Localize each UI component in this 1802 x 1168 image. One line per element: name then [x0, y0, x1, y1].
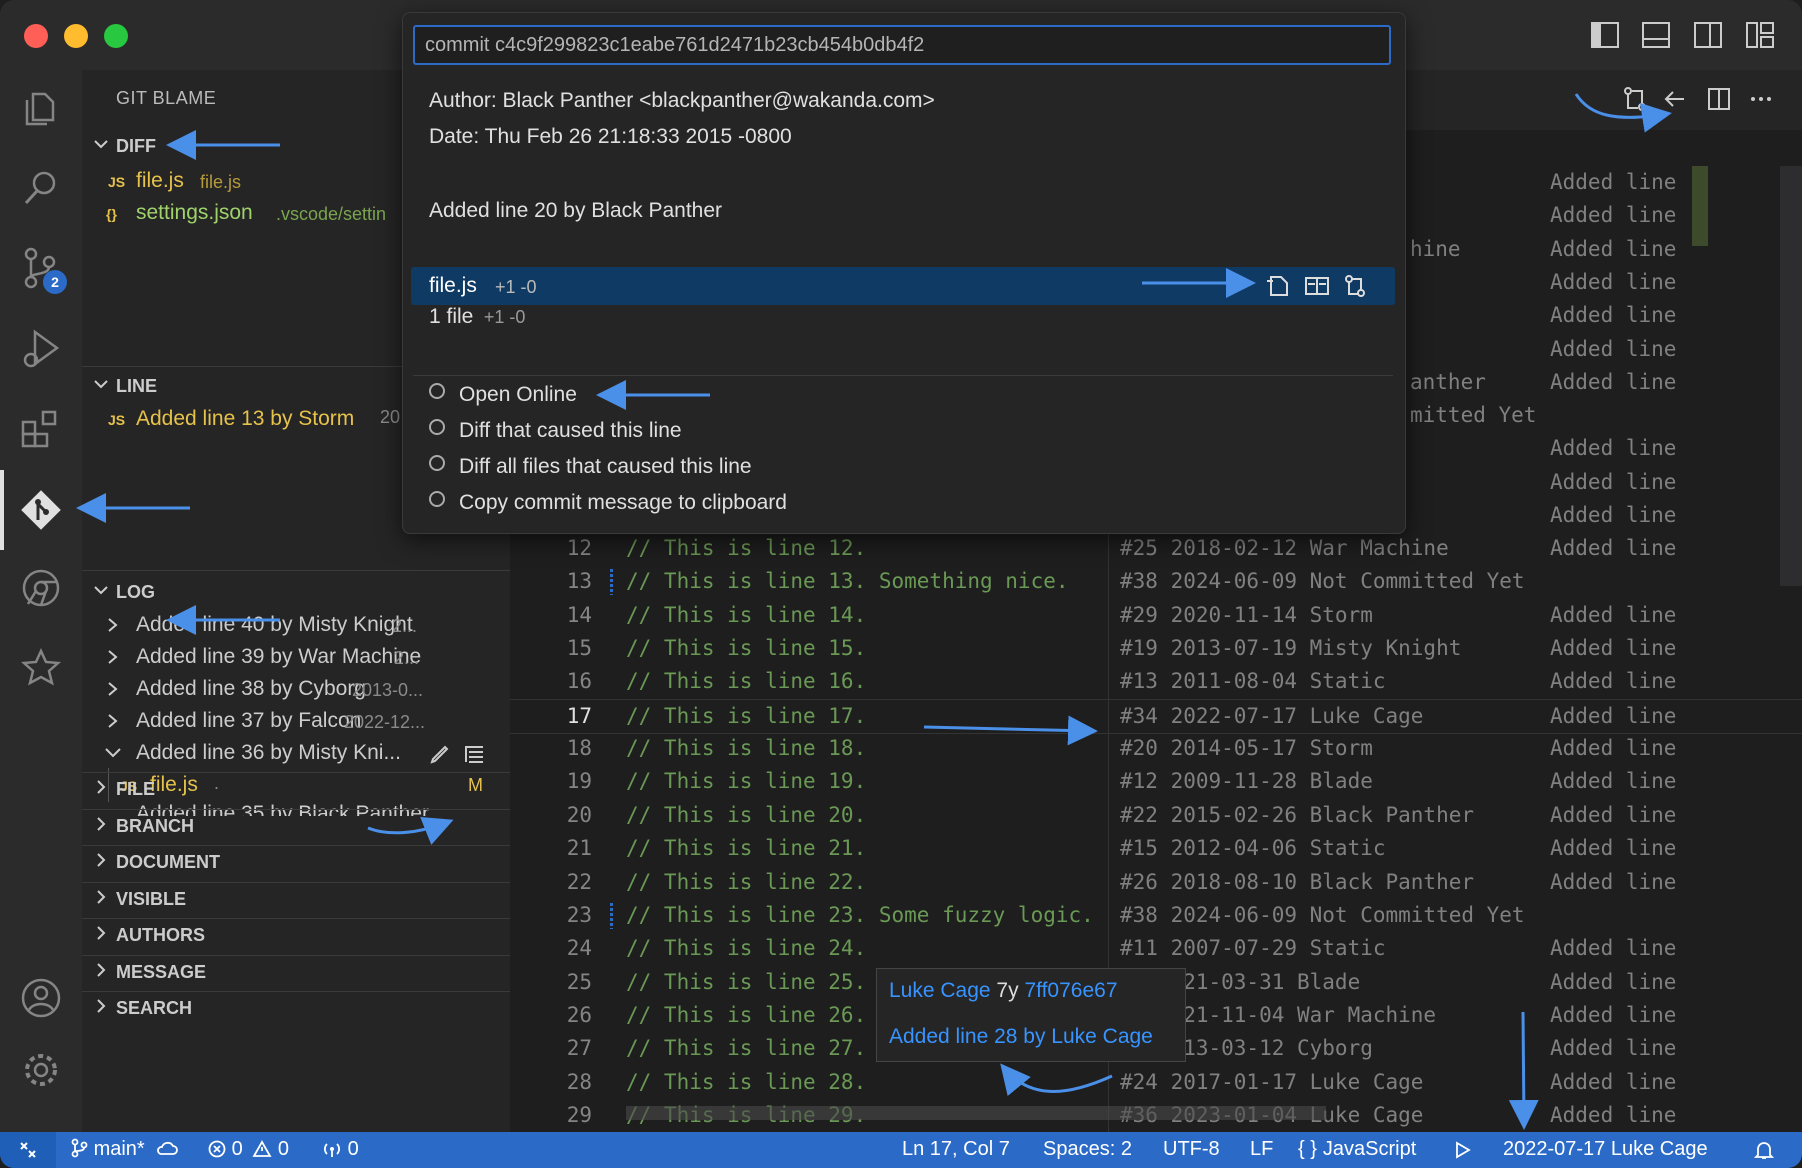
annotation-arrows: [76, 93, 1672, 1130]
play-icon[interactable]: [1454, 1141, 1472, 1159]
line-ending[interactable]: LF: [1250, 1138, 1273, 1161]
indentation[interactable]: Spaces: 2: [1043, 1138, 1132, 1161]
ports-count: 0: [347, 1138, 359, 1160]
remote-icon: [20, 1142, 36, 1158]
bell-icon[interactable]: [1754, 1140, 1774, 1160]
arrow-statusbar: [1508, 1011, 1539, 1130]
problems-status[interactable]: 0 0: [208, 1138, 289, 1161]
broadcast-icon: [324, 1143, 340, 1157]
encoding[interactable]: UTF-8: [1163, 1138, 1220, 1161]
braces-icon: { }: [1298, 1138, 1317, 1160]
language-name: JavaScript: [1322, 1138, 1417, 1160]
warning-icon: [252, 1140, 272, 1157]
language-mode[interactable]: { } JavaScript: [1298, 1138, 1416, 1161]
ports-status[interactable]: 0: [322, 1138, 359, 1161]
branch-name: main*: [93, 1138, 145, 1160]
branch-icon: [71, 1138, 88, 1158]
branch-status[interactable]: main*: [70, 1138, 179, 1161]
error-count: 0: [231, 1138, 243, 1160]
arrow-line17: [923, 715, 1098, 746]
error-icon: [208, 1140, 226, 1158]
cloud-sync-icon: [157, 1141, 179, 1155]
arrow-hover: [1000, 1063, 1113, 1097]
blame-status[interactable]: 2022-07-17 Luke Cage: [1503, 1138, 1708, 1161]
warning-count: 0: [277, 1138, 289, 1160]
arrow-log-actions: [367, 816, 454, 845]
status-bar: main* 0 0 0 Ln 17, Col 7 Spaces: 2 UTF-8…: [0, 1132, 1802, 1168]
remote-indicator[interactable]: [0, 1132, 56, 1168]
cursor-position[interactable]: Ln 17, Col 7: [902, 1138, 1010, 1161]
arrow-open-changes: [1574, 93, 1672, 133]
vscode-window: 2 GIT BLAME DIFF JS file.js file.js {} s…: [0, 0, 1802, 1168]
